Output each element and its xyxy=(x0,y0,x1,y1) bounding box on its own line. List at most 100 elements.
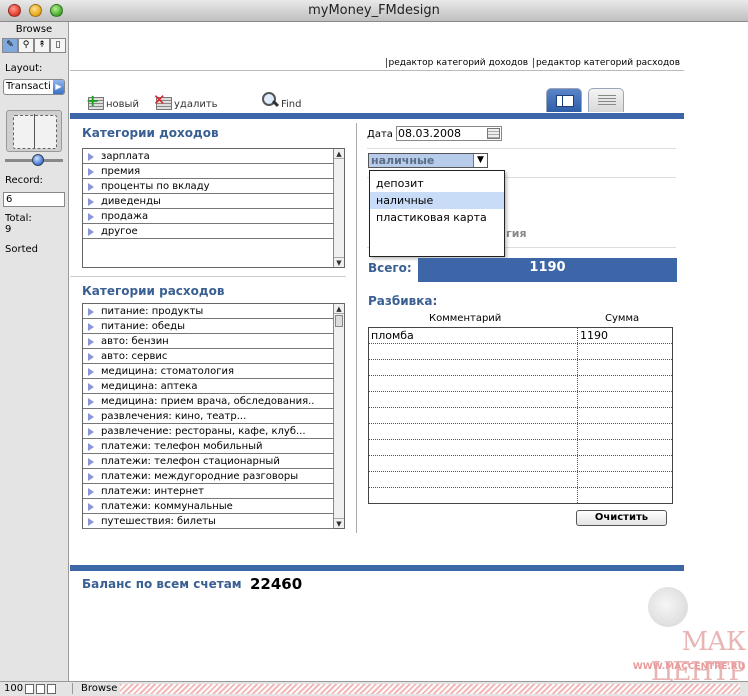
triangle-right-icon xyxy=(88,338,94,346)
triangle-right-icon xyxy=(88,353,94,361)
watermark-brand: МАК ЦЕНТР xyxy=(650,627,746,687)
comment-cell[interactable]: пломба xyxy=(371,329,414,343)
account-popup[interactable]: наличные ▼ xyxy=(368,153,488,168)
expense-categories-list[interactable]: ▲ ▼ питание: продукты питание: обеды авто:… xyxy=(82,303,345,529)
list-item[interactable]: авто: бензин xyxy=(83,334,334,349)
date-field[interactable]: 08.03.2008 xyxy=(396,126,502,141)
delete-record-button[interactable]: ✕ удалить xyxy=(153,86,218,110)
apple-logo-icon xyxy=(648,587,688,627)
account-option[interactable]: пластиковая карта xyxy=(370,209,504,226)
table-row[interactable] xyxy=(369,376,672,392)
layout-mode-icon[interactable]: ↟ xyxy=(34,38,50,53)
scroll-up-icon[interactable]: ▲ xyxy=(334,149,344,159)
list-item[interactable]: продажа xyxy=(83,209,334,224)
scroll-down-icon[interactable]: ▼ xyxy=(334,257,344,267)
record-book-icon[interactable] xyxy=(6,110,62,152)
table-row[interactable] xyxy=(369,360,672,376)
total-sum-value: 1190 xyxy=(418,258,677,282)
list-item[interactable]: платежи: телефон стационарный xyxy=(83,454,334,469)
window-titlebar[interactable]: myMoney_FMdesign xyxy=(0,0,748,22)
zoom-in-icon[interactable] xyxy=(36,684,45,694)
list-item[interactable]: зарплата xyxy=(83,149,334,164)
list-item[interactable]: развлечения: кино, театр... xyxy=(83,409,334,424)
new-record-button[interactable]: + новый xyxy=(86,86,139,110)
scroll-thumb[interactable] xyxy=(335,315,343,327)
list-item[interactable]: платежи: интернет xyxy=(83,484,334,499)
triangle-right-icon xyxy=(88,443,94,451)
scroll-down-icon[interactable]: ▼ xyxy=(334,518,344,528)
list-item[interactable]: другое xyxy=(83,224,334,239)
table-row[interactable] xyxy=(369,344,672,360)
expense-list-scrollbar[interactable]: ▲ ▼ xyxy=(333,304,344,528)
list-item[interactable]: медицина: аптека xyxy=(83,379,334,394)
account-dropdown-menu[interactable]: депозит наличные пластиковая карта xyxy=(369,170,505,257)
list-item-label: платежи: коммунальные xyxy=(101,501,233,512)
header-divider xyxy=(70,70,684,71)
nav-income-editor-link[interactable]: редактор категорий доходов xyxy=(389,58,529,68)
preview-mode-icon[interactable]: ▯ xyxy=(50,38,66,53)
list-item[interactable]: платежи: междугородние разговоры xyxy=(83,469,334,484)
layout-select-value: Transacti xyxy=(6,81,51,92)
status-toggle-icon[interactable] xyxy=(47,684,56,694)
table-row[interactable] xyxy=(369,440,672,456)
account-option[interactable]: наличные xyxy=(370,192,504,209)
browse-mode-icon[interactable]: ✎ xyxy=(2,38,18,53)
triangle-right-icon xyxy=(88,323,94,331)
date-value: 08.03.2008 xyxy=(398,127,461,140)
breakdown-table[interactable]: Комментарий Сумма пломба 1190 xyxy=(368,313,673,504)
list-item[interactable]: путешествия: билеты xyxy=(83,514,334,529)
mode-buttons: ✎ ⚲ ↟ ▯ xyxy=(2,38,66,53)
table-row[interactable] xyxy=(369,408,672,424)
triangle-right-icon xyxy=(88,228,94,236)
watermark-site: WWW.MACCENTRE.RU xyxy=(632,662,745,672)
list-item[interactable]: питание: обеды xyxy=(83,319,334,334)
table-row[interactable] xyxy=(369,456,672,472)
list-item[interactable]: авто: сервис xyxy=(83,349,334,364)
list-view-tab[interactable] xyxy=(588,88,624,112)
account-option[interactable]: депозит xyxy=(370,175,504,192)
list-item[interactable]: премия xyxy=(83,164,334,179)
total-value: 9 xyxy=(5,224,12,235)
income-categories-title: Категории доходов xyxy=(82,126,219,140)
list-item[interactable]: платежи: телефон мобильный xyxy=(83,439,334,454)
list-item[interactable]: медицина: стоматология xyxy=(83,364,334,379)
magnifier-icon xyxy=(261,92,279,110)
scroll-up-icon[interactable]: ▲ xyxy=(334,304,344,314)
window-title: myMoney_FMdesign xyxy=(308,3,440,18)
layout-select[interactable]: Transacti ▶ xyxy=(3,79,65,95)
clear-button[interactable]: Очистить xyxy=(576,510,667,526)
list-item[interactable]: диведенды xyxy=(83,194,334,209)
list-item[interactable]: платежи: коммунальные xyxy=(83,499,334,514)
calendar-icon[interactable] xyxy=(487,128,500,139)
table-row[interactable] xyxy=(369,392,672,408)
triangle-right-icon xyxy=(88,518,94,526)
triangle-right-icon xyxy=(88,398,94,406)
nav-expense-editor-link[interactable]: редактор категорий расходов xyxy=(536,58,680,68)
amount-cell[interactable]: 1190 xyxy=(580,329,608,343)
record-number-field[interactable]: 6 xyxy=(3,192,65,207)
sorted-status: Sorted xyxy=(5,244,38,255)
table-row[interactable]: пломба 1190 xyxy=(369,328,672,344)
table-row[interactable] xyxy=(369,472,672,488)
list-item-label: медицина: аптека xyxy=(101,381,198,392)
record-slider-knob[interactable] xyxy=(32,154,44,166)
zoom-controls xyxy=(25,684,67,695)
list-view-icon xyxy=(598,95,616,107)
list-item[interactable]: питание: продукты xyxy=(83,304,334,319)
list-item[interactable]: медицина: прием врача, обследования.. xyxy=(83,394,334,409)
income-list-scrollbar[interactable]: ▲ ▼ xyxy=(333,149,344,267)
list-item-label: зарплата xyxy=(101,151,150,162)
list-item[interactable]: проценты по вкладу xyxy=(83,179,334,194)
find-button[interactable]: Find xyxy=(261,86,302,110)
window-bottom-bar: 100 Browse xyxy=(0,681,748,696)
new-record-label: новый xyxy=(106,99,139,110)
form-view-tab[interactable] xyxy=(546,88,582,112)
table-row[interactable] xyxy=(369,424,672,440)
bottom-mode-label[interactable]: Browse xyxy=(72,683,117,694)
income-categories-list[interactable]: ▲ ▼ зарплата премия проценты по вкладу диве… xyxy=(82,148,345,268)
zoom-level[interactable]: 100 xyxy=(4,683,23,694)
list-item[interactable]: развлечение: рестораны, кафе, клуб... xyxy=(83,424,334,439)
list-item-label: другое xyxy=(101,226,138,237)
zoom-out-icon[interactable] xyxy=(25,684,34,694)
find-mode-icon[interactable]: ⚲ xyxy=(18,38,34,53)
